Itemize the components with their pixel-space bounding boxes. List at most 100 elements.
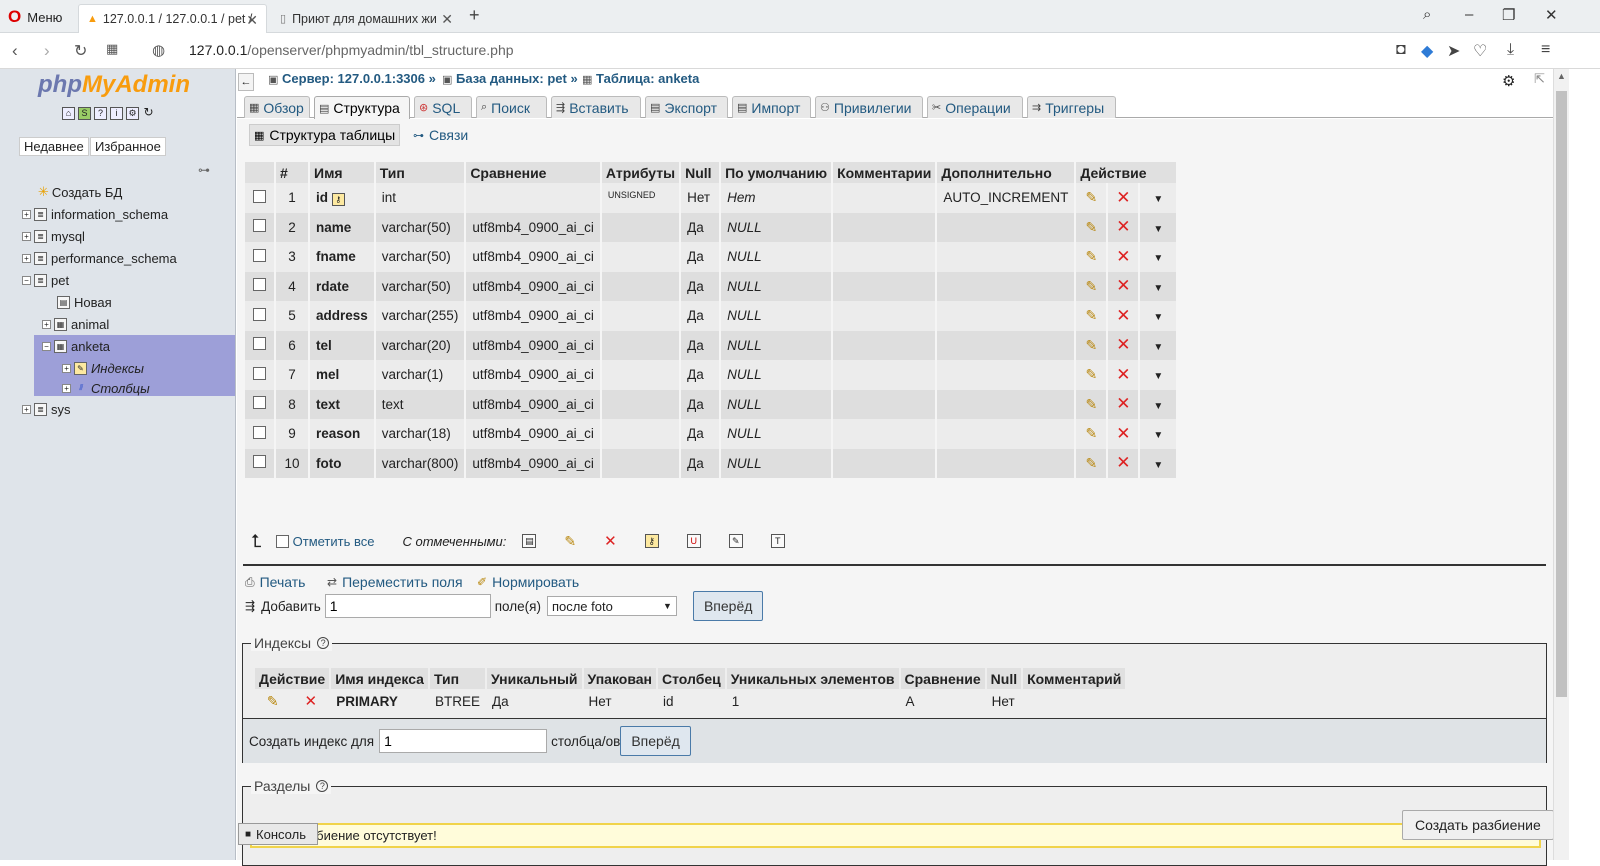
table-row[interactable]: 6 tel varchar(20) utf8mb4_0900_ai_ci Да NULL ✎…	[245, 330, 1177, 360]
settings-icon[interactable]: ⚙	[126, 107, 139, 120]
col-header-number[interactable]: #	[276, 162, 308, 183]
drop-icon[interactable]: ✕	[1116, 306, 1130, 325]
sql-query-icon[interactable]: S	[78, 107, 91, 120]
tree-item-new-table[interactable]: ▤ Новая	[57, 291, 112, 313]
forward-icon[interactable]: ›	[44, 41, 50, 61]
menu-icon[interactable]: ≡	[1541, 41, 1550, 59]
collapse-icon[interactable]: −	[42, 341, 51, 351]
maximize-icon[interactable]: ❐	[1502, 6, 1515, 24]
back-icon[interactable]: ‹	[12, 41, 18, 61]
subtab-table-structure[interactable]: ▦ Структура таблицы	[249, 124, 401, 146]
expand-icon[interactable]: +	[22, 209, 31, 219]
reload-icon[interactable]: ↻	[142, 106, 155, 120]
tab-browse[interactable]: ▦ Обзор	[244, 96, 310, 118]
add-count-input[interactable]	[324, 594, 491, 618]
edit-icon[interactable]: ✎	[1085, 248, 1097, 264]
subtab-relations[interactable]: ⊶ Связи	[409, 124, 472, 146]
edit-icon[interactable]: ✎	[1085, 307, 1097, 323]
create-partitioning-button[interactable]: Создать разбиение	[1402, 810, 1554, 840]
table-row[interactable]: 4 rdate varchar(50) utf8mb4_0900_ai_ci Да NUL…	[245, 271, 1177, 301]
row-checkbox[interactable]	[253, 396, 266, 410]
table-row[interactable]: 5 address varchar(255) utf8mb4_0900_ai_ci Да…	[245, 301, 1177, 331]
col-header-comments[interactable]: Комментарии	[833, 162, 936, 183]
more-actions-icon[interactable]: ▼	[1153, 430, 1163, 441]
row-checkbox[interactable]	[253, 189, 266, 203]
row-checkbox[interactable]	[253, 425, 266, 439]
opera-menu[interactable]: O Меню	[8, 7, 62, 27]
breadcrumb-database[interactable]: ▣ База данных: pet »	[442, 71, 578, 86]
create-index-go-button[interactable]: Вперёд	[620, 726, 691, 756]
more-actions-icon[interactable]: ▼	[1153, 194, 1163, 205]
tab-privileges[interactable]: ⚇ Привилегии	[815, 96, 923, 118]
col-header-collation[interactable]: Сравнение	[466, 162, 600, 183]
drop-icon[interactable]: ✕	[1116, 217, 1130, 236]
edit-index-icon[interactable]: ✎	[267, 693, 279, 709]
settings-gear-icon[interactable]: ⚙	[1502, 72, 1515, 90]
more-actions-icon[interactable]: ▼	[1153, 224, 1163, 235]
position-select[interactable]: после foto ▼	[546, 596, 677, 616]
table-row[interactable]: 2 name varchar(50) utf8mb4_0900_ai_ci Да NULL…	[245, 212, 1177, 242]
col-header-type[interactable]: Тип	[375, 162, 465, 183]
reload-icon[interactable]: ↻	[74, 41, 87, 61]
recent-tables-button[interactable]: Недавнее	[19, 137, 89, 156]
tree-item-indexes[interactable]: + ✎ Индексы	[62, 357, 144, 379]
fulltext-icon[interactable]: T	[770, 534, 785, 548]
collapse-sidebar-icon[interactable]: ←	[238, 73, 254, 91]
create-index-count-input[interactable]	[379, 729, 548, 753]
console-toggle[interactable]: ■ Консоль	[238, 823, 318, 845]
edit-icon[interactable]: ✎	[1085, 278, 1097, 294]
new-tab-icon[interactable]: +	[469, 5, 480, 26]
primary-key-icon[interactable]: ⚷	[644, 534, 659, 548]
edit-icon[interactable]: ✎	[1085, 337, 1097, 353]
col-header-name[interactable]: Имя	[310, 162, 374, 183]
tab-search[interactable]: ⌕ Поиск	[476, 96, 547, 118]
search-icon[interactable]: ⌕	[1423, 6, 1431, 23]
tree-item-pet[interactable]: − ≣ pet	[22, 269, 69, 291]
expand-icon[interactable]: +	[22, 404, 31, 414]
unique-icon[interactable]: U	[686, 534, 701, 548]
tab-structure[interactable]: ▤ Структура	[314, 96, 410, 119]
row-checkbox[interactable]	[253, 248, 266, 262]
send-icon[interactable]: ➤	[1447, 41, 1460, 61]
tree-item-mysql[interactable]: + ≣ mysql	[22, 225, 85, 247]
col-header-null[interactable]: Null	[681, 162, 720, 183]
browser-tab-phpmyadmin[interactable]: ▲ 127.0.0.1 / 127.0.0.1 / pet / ✕	[78, 4, 267, 33]
close-window-icon[interactable]: ✕	[1545, 6, 1558, 24]
scrollbar[interactable]: ▲	[1553, 69, 1569, 860]
col-header-extra[interactable]: Дополнительно	[937, 162, 1075, 183]
edit-icon[interactable]: ✎	[1085, 219, 1097, 235]
table-row[interactable]: 9 reason varchar(18) utf8mb4_0900_ai_ci Да NU…	[245, 419, 1177, 449]
row-checkbox[interactable]	[253, 278, 266, 292]
more-actions-icon[interactable]: ▼	[1153, 253, 1163, 264]
row-checkbox[interactable]	[253, 337, 266, 351]
scroll-up-icon[interactable]: ▲	[1557, 71, 1566, 81]
tab-export[interactable]: ▤ Экспорт	[645, 96, 728, 118]
expand-icon[interactable]: +	[22, 253, 31, 263]
tab-import[interactable]: ▤ Импорт	[732, 96, 811, 118]
heart-icon[interactable]: ♡	[1473, 41, 1487, 61]
close-tab-icon[interactable]: ✕	[441, 11, 453, 28]
check-all-label[interactable]: Отметить все	[293, 534, 375, 549]
more-actions-icon[interactable]: ▼	[1153, 460, 1163, 471]
download-icon[interactable]: ⤓	[1507, 41, 1514, 59]
expand-icon[interactable]: +	[62, 363, 71, 373]
tree-item-information-schema[interactable]: + ≣ information_schema	[22, 203, 168, 225]
drop-icon[interactable]: ✕	[1116, 335, 1130, 354]
print-link[interactable]: ⎙ Печать	[245, 574, 305, 590]
browse-selected-icon[interactable]: ▤	[522, 534, 537, 548]
favorite-tables-button[interactable]: Избранное	[90, 137, 166, 156]
col-header-default[interactable]: По умолчанию	[721, 162, 832, 183]
more-actions-icon[interactable]: ▼	[1153, 312, 1163, 323]
url-field[interactable]: 127.0.0.1/openserver/phpmyadmin/tbl_stru…	[189, 42, 514, 58]
expand-icon[interactable]: +	[42, 319, 51, 329]
row-checkbox[interactable]	[253, 366, 266, 380]
expand-icon[interactable]: +	[62, 383, 71, 393]
tab-insert[interactable]: ⇶ Вставить	[551, 96, 641, 118]
expand-icon[interactable]: +	[22, 231, 31, 241]
drop-icon[interactable]: ✕	[1116, 365, 1130, 384]
table-row[interactable]: 1 id ⚷ int UNSIGNED Нет Нет AUTO_INCREMENT ✎ ✕ ▼	[245, 183, 1177, 213]
collapse-icon[interactable]: −	[22, 275, 31, 285]
edit-icon[interactable]: ✎	[1085, 425, 1097, 441]
breadcrumb-server[interactable]: ▣ Сервер: 127.0.0.1:3306 »	[268, 71, 436, 86]
table-row[interactable]: 8 text text utf8mb4_0900_ai_ci Да NULL ✎ ✕ ▼	[245, 389, 1177, 419]
